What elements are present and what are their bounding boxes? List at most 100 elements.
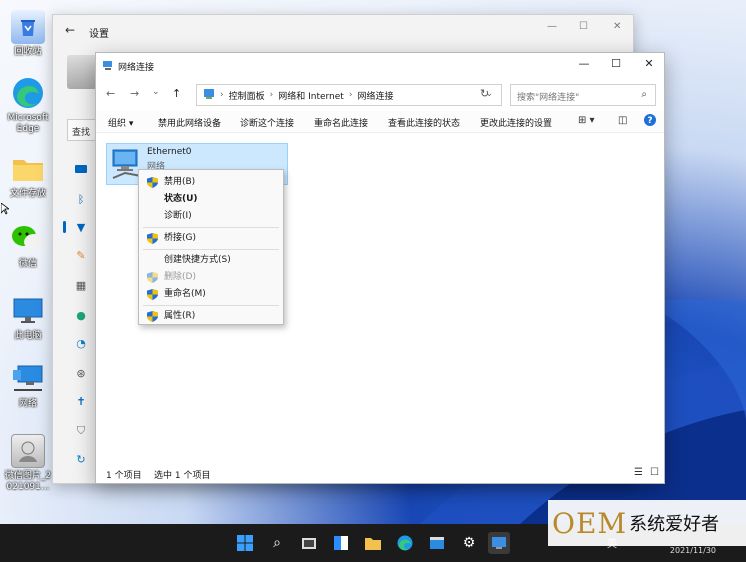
nav-privacy-icon[interactable]: ⛉ xyxy=(71,421,91,441)
disable-device-button[interactable]: 禁用此网络设备 xyxy=(158,116,221,129)
nav-accessibility-icon[interactable]: ✝ xyxy=(71,391,91,411)
forward-arrow-icon[interactable]: → xyxy=(130,87,139,100)
desktop-icon-label: Microsoft Edge xyxy=(7,113,49,134)
view-options-icon[interactable]: ⊞ ▾ xyxy=(578,115,595,126)
search-icon[interactable]: ⌕ xyxy=(266,532,288,554)
up-arrow-icon[interactable]: ↑ xyxy=(172,87,181,100)
monitor-icon xyxy=(11,294,45,328)
nav-apps-icon[interactable]: ▦ xyxy=(71,275,91,295)
desktop-icon-network[interactable]: 网络 xyxy=(4,362,52,410)
desktop-icon-wechat[interactable]: 微信 xyxy=(4,222,52,270)
menu-item-properties[interactable]: 属性(R) xyxy=(139,308,283,325)
help-icon[interactable]: ? xyxy=(644,114,656,129)
desktop-icon-edge[interactable]: Microsoft Edge xyxy=(4,76,52,135)
menu-item-create-shortcut[interactable]: 创建快捷方式(S) xyxy=(139,252,283,269)
recycle-bin-icon xyxy=(11,10,45,44)
context-menu[interactable]: 禁用(B) 状态(U) 诊断(I) 桥接(G) 创建快捷方式(S) 删除(D) … xyxy=(138,169,284,325)
minimize-icon[interactable]: — xyxy=(547,21,557,32)
breadcrumb-item[interactable]: 网络和 Internet xyxy=(278,89,344,102)
rename-button[interactable]: 重命名此连接 xyxy=(314,116,368,129)
search-placeholder: 搜索"网络连接" xyxy=(517,93,580,103)
nav-bluetooth-icon[interactable]: ᛒ xyxy=(71,189,91,209)
menu-item-label: 桥接(G) xyxy=(164,233,196,243)
menu-item-status[interactable]: 状态(U) xyxy=(139,191,283,208)
control-panel-icon xyxy=(203,88,215,103)
tiles-view-icon[interactable]: ☐ xyxy=(650,467,659,478)
menu-separator xyxy=(143,305,279,306)
image-thumbnail-icon xyxy=(11,434,45,468)
title-bar[interactable]: 网络连接 — ☐ ✕ xyxy=(96,53,664,77)
clock-date[interactable]: 2021/11/30 xyxy=(670,546,716,555)
uac-shield-icon xyxy=(147,289,158,307)
menu-item-rename[interactable]: 重命名(M) xyxy=(139,286,283,303)
uac-shield-icon xyxy=(147,311,158,329)
nav-gaming-icon[interactable]: ⊛ xyxy=(71,363,91,383)
menu-item-label: 删除(D) xyxy=(164,272,196,282)
store-icon[interactable] xyxy=(426,532,448,554)
watermark-logo: OEM 系统爱好者 xyxy=(548,500,746,546)
search-icon[interactable]: ⌕ xyxy=(641,89,647,100)
edge-icon[interactable] xyxy=(394,532,416,554)
breadcrumb-item[interactable]: 网络连接 xyxy=(357,89,393,102)
status-bar: 1 个项目 选中 1 个项目 ☰ ☐ xyxy=(96,463,666,483)
maximize-icon[interactable]: ☐ xyxy=(579,21,588,32)
file-explorer-icon[interactable] xyxy=(362,532,384,554)
menu-item-label: 诊断(I) xyxy=(164,211,192,221)
organize-button[interactable]: 组织 ▾ xyxy=(108,116,133,129)
desktop-icon-label: 网络 xyxy=(18,399,37,409)
change-settings-button[interactable]: 更改此连接的设置 xyxy=(480,116,552,129)
nav-personalize-icon[interactable]: ✎ xyxy=(71,245,91,265)
nav-network-icon[interactable]: ▼ xyxy=(63,217,91,237)
svg-text:?: ? xyxy=(647,116,652,126)
desktop-icon-recycle-bin[interactable]: 回收站 xyxy=(4,10,52,58)
folder-icon xyxy=(11,152,45,186)
refresh-icon[interactable]: ↻ xyxy=(480,87,489,100)
close-button[interactable]: ✕ xyxy=(639,57,659,70)
menu-item-label: 属性(R) xyxy=(164,311,196,321)
details-view-icon[interactable]: ☰ xyxy=(634,467,643,478)
nav-time-icon[interactable]: ◔ xyxy=(71,333,91,353)
desktop-icon-this-pc[interactable]: 此电脑 xyxy=(4,294,52,342)
breadcrumb-item[interactable]: 控制面板 xyxy=(229,89,265,102)
chevron-down-icon[interactable]: ⌄ xyxy=(152,87,160,97)
mouse-cursor-icon xyxy=(0,202,11,218)
desktop-icon-label: 此电脑 xyxy=(14,331,42,341)
menu-item-delete: 删除(D) xyxy=(139,269,283,286)
window-title: 网络连接 xyxy=(118,63,155,73)
diagnose-button[interactable]: 诊断这个连接 xyxy=(240,116,294,129)
nav-system-icon[interactable] xyxy=(71,159,91,179)
desktop-icon-label: 回收站 xyxy=(14,47,42,57)
close-icon[interactable]: ✕ xyxy=(613,21,621,32)
avatar xyxy=(67,55,97,89)
desktop-icon-label: 微信图片_2021091... xyxy=(4,471,52,492)
address-input[interactable]: › 控制面板 › 网络和 Internet › 网络连接 ⌄ xyxy=(196,84,502,106)
menu-item-disable[interactable]: 禁用(B) xyxy=(139,174,283,191)
menu-item-bridge[interactable]: 桥接(G) xyxy=(139,230,283,247)
desktop-icon-label: 微信 xyxy=(18,259,37,269)
task-view-icon[interactable] xyxy=(298,532,320,554)
menu-item-diagnose[interactable]: 诊断(I) xyxy=(139,208,283,225)
breadcrumb-separator: › xyxy=(220,90,224,100)
minimize-button[interactable]: — xyxy=(574,57,594,70)
desktop-icon-folder[interactable]: 文件存放 xyxy=(4,152,52,200)
address-bar-row: ← → ⌄ ↑ › 控制面板 › 网络和 Internet › 网络连接 ⌄ ↻… xyxy=(96,77,664,111)
desktop-icon-image[interactable]: 微信图片_2021091... xyxy=(4,434,52,493)
nav-update-icon[interactable]: ↻ xyxy=(71,449,91,469)
settings-gear-icon[interactable]: ⚙ xyxy=(458,532,480,554)
nav-accounts-icon[interactable]: ● xyxy=(71,305,91,325)
start-windows-icon[interactable] xyxy=(234,532,256,554)
maximize-button[interactable]: ☐ xyxy=(606,57,626,70)
preview-pane-icon[interactable]: ◫ xyxy=(618,115,627,126)
control-panel-icon[interactable] xyxy=(488,532,510,554)
menu-item-label: 状态(U) xyxy=(164,194,198,204)
back-arrow-icon[interactable]: ← xyxy=(106,87,115,100)
view-status-button[interactable]: 查看此连接的状态 xyxy=(388,116,460,129)
search-input[interactable]: 搜索"网络连接" ⌕ xyxy=(510,84,656,106)
back-arrow-icon[interactable]: ← xyxy=(65,23,75,37)
menu-separator xyxy=(143,227,279,228)
watermark-text: 系统爱好者 xyxy=(629,514,720,535)
selected-count: 选中 1 个项目 xyxy=(154,471,211,481)
network-icon xyxy=(11,362,45,396)
settings-search-input[interactable]: 查找 xyxy=(67,119,97,141)
widgets-icon[interactable] xyxy=(330,532,352,554)
